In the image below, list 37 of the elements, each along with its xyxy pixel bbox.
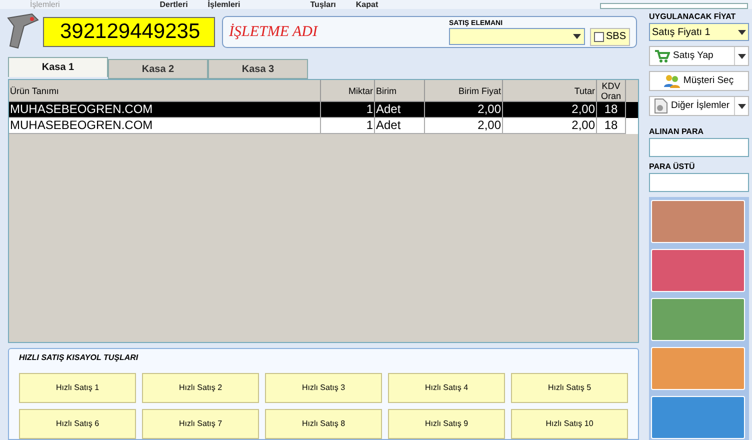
action-button[interactable]: Diğer İşlemler [649,96,749,116]
table-cell: 1 [321,118,375,134]
barcode-input[interactable]: 392129449235 [43,17,215,47]
quick-sale-button[interactable]: Hızlı Satış 10 [511,409,628,439]
field-label: UYGULANACAK FİYAT [649,11,737,23]
price-select[interactable]: Satış Fiyatı 1 [649,23,749,41]
table-cell: Adet [375,118,425,134]
quick-sale-button[interactable]: Hızlı Satış 8 [265,409,382,439]
select-value: Satış Fiyatı 1 [652,26,712,40]
quick-sale-button[interactable]: Hızlı Satış 7 [142,409,259,439]
quick-sale-button[interactable]: Hızlı Satış 4 [388,373,505,403]
table-cell: MUHASEBEOGREN.COM [9,118,321,134]
quick-sale-button[interactable]: Hızlı Satış 3 [265,373,382,403]
menu-item[interactable]: Kapat [356,0,378,9]
panel-title: HIZLI SATIŞ KISAYOL TUŞLARI [19,352,140,364]
field-label: ALINAN PARA [649,126,705,138]
tab[interactable]: Kasa 3 [208,59,308,79]
quick-sale-button[interactable]: Hızlı Satış 9 [388,409,505,439]
tab[interactable]: Kasa 2 [108,59,208,79]
table-row[interactable]: MUHASEBEOGREN.COM 1 Adet 2,00 2,00 18 [9,102,638,118]
tab[interactable]: Kasa 1 [8,57,108,77]
menu-item[interactable]: Dertleri [160,0,188,9]
table-cell: 2,00 [503,118,597,134]
table-cell: 18 [597,118,626,134]
field-label: PARA ÜSTÜ [649,161,696,173]
menu-item[interactable]: İşlemleri [208,0,240,9]
quick-sale-button[interactable]: Hızlı Satış 2 [142,373,259,403]
quick-sale-button[interactable]: Hızlı Satış 6 [19,409,136,439]
action-button[interactable]: Müşteri Seç [649,71,749,91]
quick-sale-button[interactable]: Hızlı Satış 1 [19,373,136,403]
table-cell: 2,00 [425,118,503,134]
sbs-checkbox[interactable]: SBS [590,28,630,46]
quick-sale-button[interactable]: Hızlı Satış 5 [511,373,628,403]
action-button[interactable]: Satış Yap [649,46,749,66]
business-name: İŞLETME ADI [229,22,318,42]
menu-item[interactable]: Tuşları [310,0,336,9]
table-row[interactable]: MUHASEBEOGREN.COM 1 Adet 2,00 2,00 18 [9,118,638,134]
